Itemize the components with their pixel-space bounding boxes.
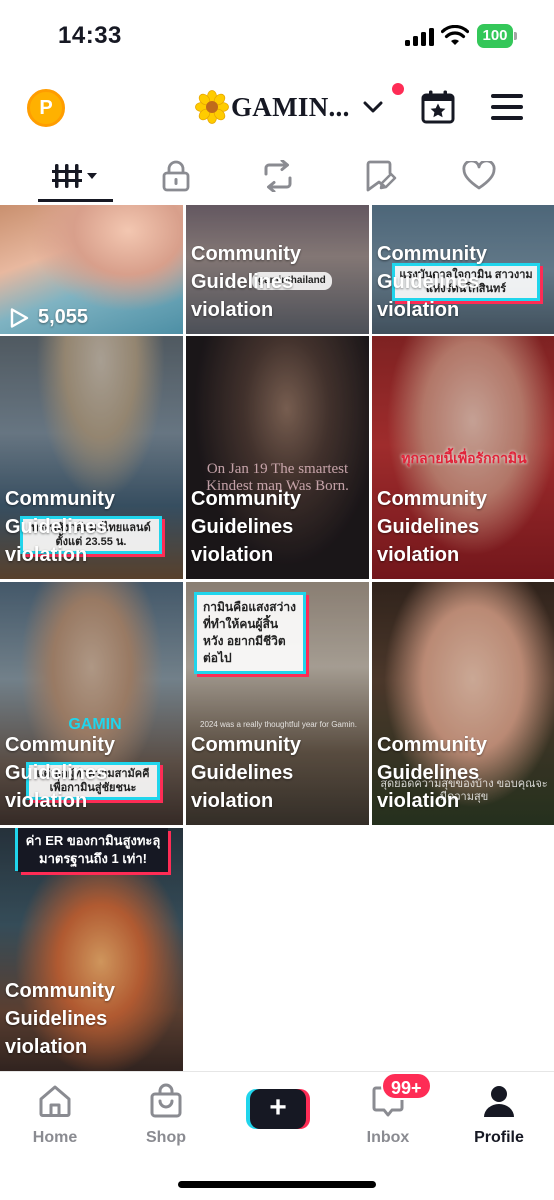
tab-favorites[interactable] [330,148,430,204]
chevron-down-icon [363,101,383,113]
shopping-bag-icon [150,1083,182,1118]
view-count-value: 5,055 [38,306,89,328]
status-bar: 14:33 100 [0,0,554,70]
nav-shop-label: Shop [146,1129,186,1146]
tab-liked[interactable] [429,148,529,204]
video-tile[interactable]: ค่า ER ของกามินสูงทะลุ มาตรฐานถึง 1 เท่า… [0,828,183,1071]
plus-icon: + [250,1089,306,1129]
calendar-star-icon[interactable] [420,89,456,125]
tab-private[interactable] [126,148,226,204]
videos-grid-icon [52,164,97,188]
account-name: GAMIN... [231,91,350,122]
video-tile[interactable]: สุดยอดความสุขของบ้าง ขอบคุณจะมีความสุข C… [372,582,554,825]
video-tile[interactable]: ทรงพลังกลับมาไทยแลนด์ ตั้งแต่ 23.55 น. C… [0,336,183,579]
repost-icon [264,160,292,192]
video-tile[interactable]: GAMIN แด่เธอผู้ทำความสามัคคี เพื่อกามินส… [0,582,183,825]
overlay-card: กามินคือแสงสว่าง ที่ทำให้คนผู้สิ้นหวัง อ… [194,592,306,674]
notification-dot [392,83,404,95]
heart-icon [462,161,496,190]
active-tab-indicator [38,199,113,202]
video-tile[interactable]: แรงบันดาลใจกามิน สาวงามแห่งรัตนโกสินทร์ … [372,205,554,334]
account-switcher[interactable]: GAMIN... [195,86,384,128]
profile-icon [484,1086,514,1117]
status-time: 14:33 [58,22,122,49]
create-button[interactable]: + [246,1089,310,1129]
nav-home[interactable]: Home [5,1082,105,1147]
violation-caption: Community Guidelines violation [191,488,301,566]
profile-tabs [0,148,554,206]
flower-icon [195,90,229,124]
wifi-icon [441,25,469,45]
battery-icon: 100 [477,24,517,48]
home-indicator [178,1181,376,1188]
overlay-text: 2024 was a really thoughtful year for Ga… [200,720,357,729]
video-tile[interactable]: กามินคือแสงสว่าง ที่ทำให้คนผู้สิ้นหวัง อ… [186,582,369,825]
home-icon [39,1085,71,1117]
nav-inbox-label: Inbox [366,1129,410,1146]
violation-caption: Community Guidelines violation [5,734,115,812]
lock-icon [162,160,190,192]
overlay-card: ค่า ER ของกามินสูงทะลุ มาตรฐานถึง 1 เท่า… [18,828,168,872]
nav-home-label: Home [32,1129,78,1146]
nav-profile-label: Profile [474,1129,524,1146]
violation-caption: Community Guidelines violation [5,488,115,566]
play-icon [10,307,29,328]
profile-header: P GAMIN... [0,78,554,136]
video-tile[interactable]: gaminthailand Community Guidelines viola… [186,205,369,334]
view-count: 5,055 [8,306,88,329]
violation-caption: Community Guidelines violation [5,980,115,1058]
nav-profile[interactable]: Profile [449,1082,549,1147]
nav-shop[interactable]: Shop [116,1082,216,1147]
violation-caption: Community Guidelines violation [377,488,487,566]
video-tile[interactable]: ทุกลายนี้เพื่อรักกามิน Community Guideli… [372,336,554,579]
coins-icon[interactable]: P [27,89,65,127]
violation-caption: Community Guidelines violation [377,734,487,812]
cellular-signal-icon [405,28,435,46]
tab-videos[interactable] [26,148,126,204]
favorites-icon [366,160,397,192]
violation-caption: Community Guidelines violation [377,243,487,321]
tab-reposts[interactable] [228,148,328,204]
violation-caption: Community Guidelines violation [191,734,301,812]
inbox-badge: 99+ [381,1072,432,1100]
menu-icon[interactable] [491,94,523,120]
video-tile[interactable]: On Jan 19 The smartest Kindest man Was B… [186,336,369,579]
video-tile[interactable]: 5,055 [0,205,183,334]
violation-caption: Community Guidelines violation [191,243,301,321]
battery-level: 100 [477,24,513,48]
overlay-text: ทุกลายนี้เพื่อรักกามิน [401,450,527,466]
